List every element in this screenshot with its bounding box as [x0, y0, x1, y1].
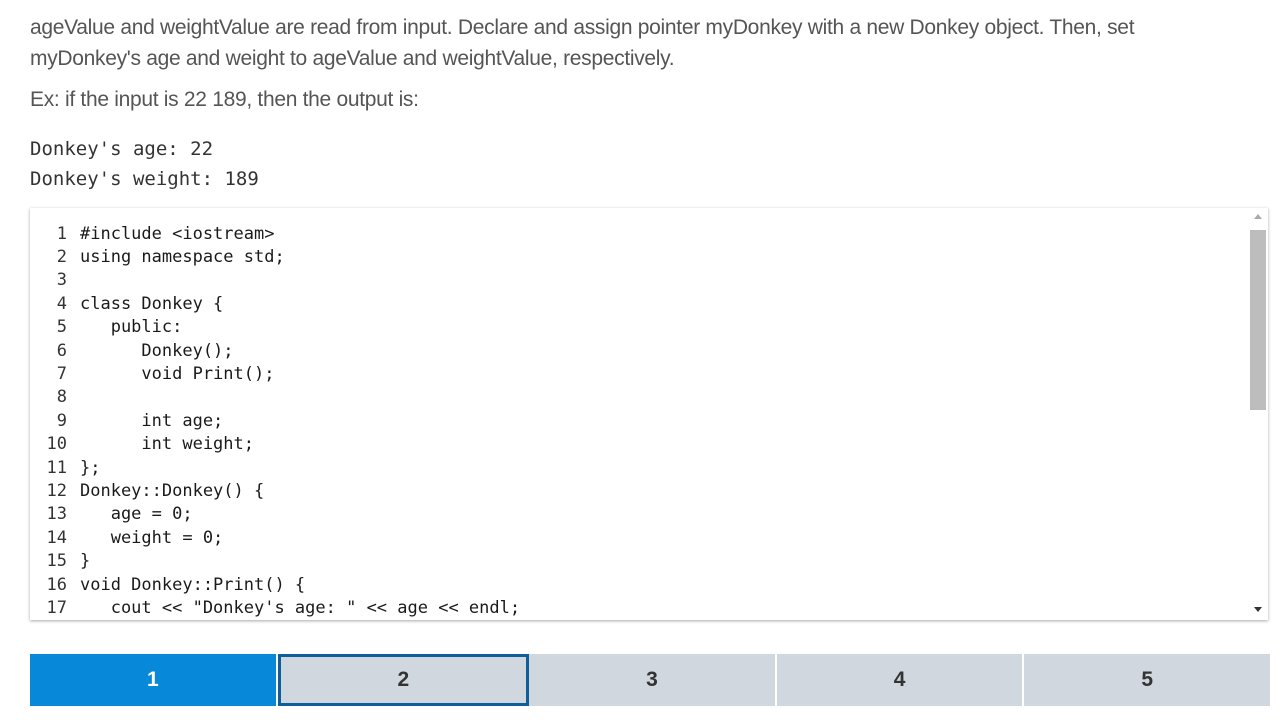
line-number: 8 — [56, 387, 67, 408]
code-line[interactable]: 4 class Donkey { — [30, 292, 520, 315]
code-line[interactable]: 10 int weight; — [30, 433, 520, 456]
code-text[interactable]: }; — [80, 458, 100, 478]
line-number: 16 — [46, 574, 67, 595]
code-line[interactable]: 9 int age; — [30, 409, 520, 432]
line-number: 10 — [46, 434, 67, 455]
line-number: 15 — [46, 551, 67, 572]
step-4-button[interactable]: 4 — [776, 654, 1025, 706]
code-line[interactable]: 6 Donkey(); — [30, 339, 520, 362]
line-number: 6 — [56, 340, 67, 361]
line-number: 11 — [46, 457, 67, 478]
code-text[interactable]: weight = 0; — [80, 528, 224, 548]
step-5-button[interactable]: 5 — [1024, 654, 1270, 706]
code-text[interactable]: int weight; — [80, 434, 254, 454]
line-number: 1 — [56, 223, 67, 244]
code-line[interactable]: 5 public: — [30, 316, 520, 339]
progress-steps: 1 2 3 4 5 — [30, 654, 1270, 706]
code-line[interactable]: 7 void Print(); — [30, 362, 520, 385]
scroll-up-icon[interactable] — [1254, 214, 1262, 219]
line-number: 5 — [56, 317, 67, 338]
line-number: 13 — [46, 504, 67, 525]
line-number: 7 — [56, 364, 67, 385]
code-text[interactable]: Donkey(); — [80, 341, 233, 361]
code-text[interactable]: age = 0; — [80, 504, 193, 524]
line-number: 12 — [46, 480, 67, 501]
code-text[interactable]: cout << "Donkey's age: " << age << endl; — [80, 598, 520, 618]
editor-scrollbar[interactable] — [1248, 208, 1268, 620]
code-line[interactable]: 14 weight = 0; — [30, 526, 520, 549]
step-3-button[interactable]: 3 — [529, 654, 777, 706]
line-number: 2 — [56, 247, 67, 268]
code-text[interactable]: int age; — [80, 411, 223, 431]
code-area[interactable]: 1 #include <iostream> 2 using namespace std… — [30, 222, 521, 620]
code-line[interactable]: 16 void Donkey::Print() { — [30, 573, 520, 596]
step-1-button[interactable]: 1 — [30, 654, 278, 706]
code-text[interactable]: } — [80, 551, 90, 571]
code-line[interactable]: 13 age = 0; — [30, 503, 520, 526]
code-text[interactable]: Donkey::Donkey() { — [80, 481, 264, 501]
output-line: Donkey's weight: 189 — [30, 168, 259, 190]
code-line[interactable]: 8 — [30, 386, 520, 409]
code-line[interactable]: 12 Donkey::Donkey() { — [30, 479, 520, 502]
line-number: 14 — [46, 527, 67, 548]
line-number: 4 — [56, 293, 67, 314]
code-text[interactable]: #include <iostream> — [80, 224, 274, 244]
code-text[interactable]: void Print(); — [80, 364, 274, 384]
line-number: 17 — [46, 597, 67, 618]
code-line[interactable]: 15} — [30, 549, 520, 572]
step-2-button[interactable]: 2 — [277, 654, 530, 706]
line-number: 9 — [56, 410, 67, 431]
code-editor[interactable]: 1 #include <iostream> 2 using namespace std… — [30, 208, 1268, 620]
code-text[interactable]: public: — [80, 317, 183, 337]
scroll-down-icon[interactable] — [1254, 607, 1262, 612]
code-line[interactable]: 1 #include <iostream> — [30, 222, 520, 245]
code-line[interactable]: 3 — [30, 269, 520, 292]
example-text: Ex: if the input is 22 189, then the out… — [30, 88, 419, 111]
code-line[interactable]: 11}; — [30, 456, 520, 479]
code-text[interactable]: using namespace std; — [80, 247, 285, 267]
code-line[interactable]: 2 using namespace std; — [30, 245, 520, 268]
instructions-text: ageValue and weightValue are read from i… — [30, 16, 1135, 70]
output-line: Donkey's age: 22 — [30, 138, 214, 160]
scroll-thumb[interactable] — [1250, 230, 1266, 410]
line-number: 3 — [56, 270, 67, 291]
expected-output: Donkey's age: 22 Donkey's weight: 189 — [30, 134, 259, 194]
code-text[interactable]: class Donkey { — [80, 294, 223, 314]
code-text[interactable]: void Donkey::Print() { — [80, 575, 305, 595]
code-line[interactable]: 17 cout << "Donkey's age: " << age << en… — [30, 596, 521, 619]
